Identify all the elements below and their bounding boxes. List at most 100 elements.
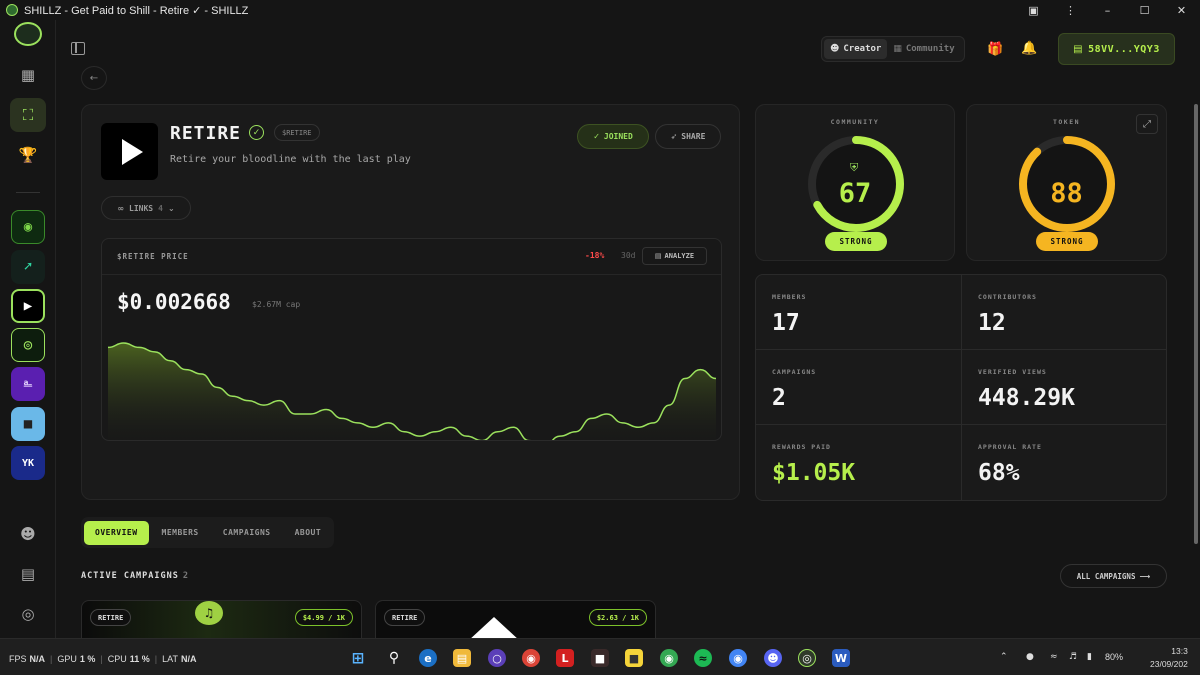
- active-campaigns-title: ACTIVE CAMPAIGNS: [81, 571, 179, 581]
- chevron-down-icon: ⌄: [167, 203, 175, 213]
- tab-about[interactable]: ABOUT: [284, 521, 333, 545]
- links-dropdown[interactable]: ∞ LINKS 4 ⌄: [101, 196, 191, 220]
- bell-icon[interactable]: 🔔: [1021, 41, 1037, 56]
- stat-value: 68%: [978, 460, 1020, 486]
- rail-divider: [16, 192, 40, 193]
- gift-icon[interactable]: 🎁: [987, 42, 1003, 57]
- community-chain-icon[interactable]: ⎁: [11, 367, 45, 401]
- community-robot-icon[interactable]: ■: [11, 407, 45, 441]
- search-icon[interactable]: ⚲: [385, 649, 403, 667]
- discord-icon[interactable]: ☻: [764, 649, 782, 667]
- fps-label: FPS: [9, 654, 27, 664]
- stat-value: 2: [772, 385, 786, 411]
- page-scrollbar[interactable]: [1192, 78, 1200, 638]
- community-retire-icon[interactable]: ▶: [11, 289, 45, 323]
- chart-icon: ▤: [654, 252, 662, 260]
- chrome-profile-icon[interactable]: ◉: [660, 649, 678, 667]
- tab-members[interactable]: MEMBERS: [151, 521, 210, 545]
- price-period: 30d: [621, 251, 636, 260]
- extensions-icon[interactable]: ▣: [1015, 0, 1052, 20]
- windows-start-icon[interactable]: ⊞: [349, 649, 367, 667]
- volume-icon[interactable]: ♬: [1069, 652, 1077, 662]
- tab-campaigns[interactable]: CAMPAIGNS: [212, 521, 282, 545]
- trophy-icon[interactable]: 🏆: [10, 138, 46, 172]
- shillz-logo[interactable]: [14, 22, 42, 46]
- stat-label: REWARDS PAID: [772, 443, 831, 451]
- chrome-icon[interactable]: ◉: [522, 649, 540, 667]
- tray-chevron-icon[interactable]: ⌃: [1000, 652, 1008, 662]
- perf-divider: |: [50, 654, 53, 664]
- campaign-tag: RETIRE: [90, 609, 132, 626]
- project-avatar: [101, 123, 158, 180]
- app-l-icon[interactable]: L: [556, 649, 574, 667]
- market-cap: $2.67M cap: [252, 300, 301, 309]
- microphone-icon[interactable]: ●: [1026, 652, 1034, 662]
- community-ynk-icon[interactable]: YK: [11, 446, 45, 480]
- token-score-card: TOKEN ⤢ 88 STRONG: [966, 104, 1167, 261]
- window-titlebar: SHILLZ - Get Paid to Shill - Retire ✓ - …: [0, 0, 1200, 20]
- token-status-pill: STRONG: [1036, 232, 1098, 251]
- mode-community-tab[interactable]: ▦ Community: [887, 39, 960, 59]
- close-button[interactable]: ✕: [1163, 0, 1200, 20]
- tab-overview[interactable]: OVERVIEW: [84, 520, 149, 545]
- file-explorer-icon[interactable]: ▤: [453, 649, 471, 667]
- campaign-rate: $4.99 / 1K: [294, 609, 353, 626]
- analyze-button[interactable]: ▤ ANALYZE: [642, 247, 707, 265]
- stat-value: $1.05K: [772, 460, 856, 486]
- cpu-label: CPU: [107, 654, 127, 664]
- scrollbar-thumb[interactable]: [1194, 104, 1198, 544]
- globe-icon[interactable]: ◎: [10, 597, 46, 631]
- more-menu-icon[interactable]: ⋮: [1052, 0, 1089, 20]
- restore-button[interactable]: ☐: [1126, 0, 1163, 20]
- communities-icon[interactable]: ⛶: [10, 98, 46, 132]
- ticker-badge: $RETIRE: [274, 124, 320, 141]
- community-bull-icon[interactable]: ◉: [11, 210, 45, 244]
- user-icon: ☻: [830, 44, 840, 54]
- tiktok-icon: ♫: [195, 601, 223, 625]
- community-globe-icon[interactable]: ◎: [11, 328, 45, 362]
- sticky-notes-icon[interactable]: ■: [625, 649, 643, 667]
- community-arrow-icon[interactable]: ➚: [11, 250, 45, 284]
- wallet-address: 58VV...YQY3: [1088, 43, 1160, 55]
- campaign-card[interactable]: ♫ RETIRE $4.99 / 1K: [81, 600, 362, 638]
- stat-label: MEMBERS: [772, 293, 807, 301]
- wallet-button[interactable]: ▤ 58VV...YQY3: [1058, 33, 1175, 65]
- links-count: 4: [158, 203, 163, 213]
- expand-icon[interactable]: ⤢: [1136, 114, 1158, 134]
- battery-icon[interactable]: ▮: [1087, 652, 1092, 662]
- grid-icon[interactable]: ▦: [10, 58, 46, 92]
- lat-value: N/A: [180, 654, 197, 664]
- perf-divider: |: [100, 654, 103, 664]
- project-card: RETIRE ✓ $RETIRE Retire your bloodline w…: [81, 104, 740, 500]
- campaign-card[interactable]: RETIRE $2.63 / 1K: [375, 600, 656, 638]
- token-price: $0.002668: [117, 290, 231, 314]
- top-header: ☻ Creator ▦ Community 🎁 🔔 ▤ 58VV...YQY3: [57, 20, 1190, 78]
- wallet-icon[interactable]: ▤: [10, 557, 46, 591]
- joined-button[interactable]: ✓ JOINED: [577, 124, 649, 149]
- sidebar-toggle-icon[interactable]: [71, 42, 85, 55]
- word-icon[interactable]: W: [832, 649, 850, 667]
- mode-community-label: Community: [905, 44, 955, 54]
- perf-overlay: FPS N/A | GPU 1 % | CPU 11 % | LAT N/A: [9, 654, 196, 664]
- links-label: LINKS: [129, 203, 154, 213]
- chrome-alt-icon[interactable]: ◉: [729, 649, 747, 667]
- shillz-taskbar-icon[interactable]: ◎: [798, 649, 816, 667]
- app-dark-icon[interactable]: ■: [591, 649, 609, 667]
- shield-icon: ⛨: [850, 161, 859, 174]
- stat-label: CAMPAIGNS: [772, 368, 817, 376]
- stat-campaigns: CAMPAIGNS 2: [756, 350, 962, 425]
- community-status-pill: STRONG: [825, 232, 887, 251]
- mode-creator-tab[interactable]: ☻ Creator: [824, 39, 888, 59]
- spotify-icon[interactable]: ≈: [694, 649, 712, 667]
- browser-icon[interactable]: ○: [488, 649, 506, 667]
- system-clock[interactable]: 13:3 23/09/202: [1150, 645, 1188, 671]
- share-button[interactable]: ➶ SHARE: [655, 124, 721, 149]
- back-button[interactable]: ←: [81, 66, 107, 90]
- profile-icon[interactable]: ☻: [10, 517, 46, 551]
- wifi-icon[interactable]: ≈: [1050, 652, 1058, 662]
- minimize-button[interactable]: –: [1089, 0, 1126, 20]
- edge-icon[interactable]: e: [419, 649, 437, 667]
- all-campaigns-button[interactable]: ALL CAMPAIGNS ⟶: [1060, 564, 1167, 588]
- active-campaigns-count: 2: [182, 571, 190, 581]
- clock-date: 23/09/202: [1150, 659, 1188, 669]
